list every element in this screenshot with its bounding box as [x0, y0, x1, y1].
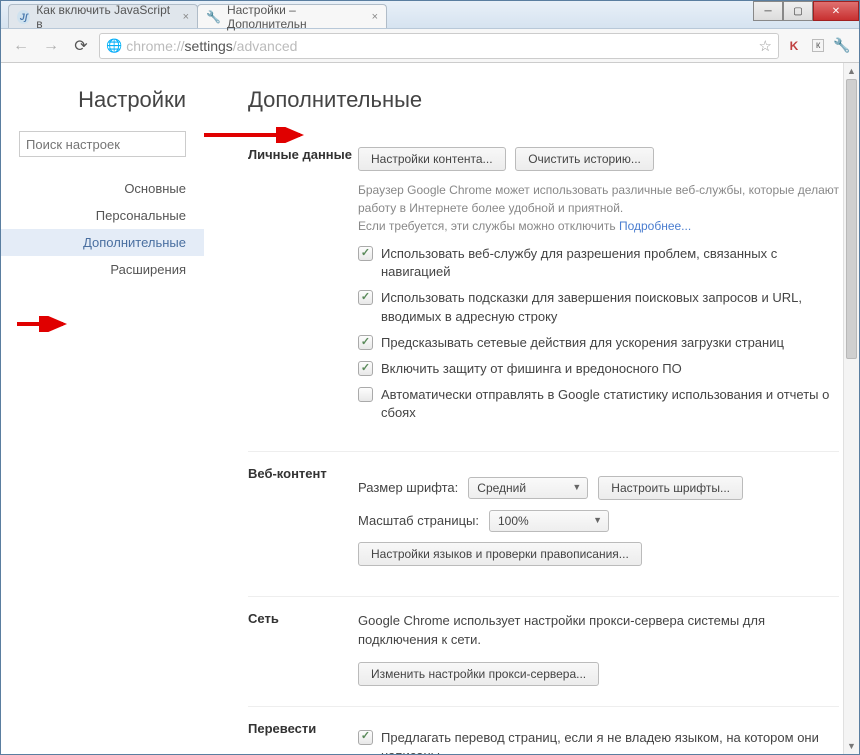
kaspersky-icon[interactable]: K: [785, 37, 803, 55]
wrench-icon: 🔧: [206, 10, 221, 24]
checkbox-row-suggestions[interactable]: Использовать подсказки для завершения по…: [358, 289, 839, 325]
section-label-web-content: Веб-контент: [248, 466, 358, 576]
vertical-scrollbar[interactable]: ▲ ▼: [843, 63, 859, 754]
settings-main: Дополнительные Личные данные Настройки к…: [204, 63, 859, 754]
search-input[interactable]: [19, 131, 186, 157]
back-button[interactable]: ←: [9, 34, 33, 58]
address-bar[interactable]: 🌐 chrome://settings/advanced ☆: [99, 33, 779, 59]
tab-strip: Jʃ Как включить JavaScript в × 🔧 Настрой…: [8, 4, 386, 28]
font-size-label: Размер шрифта:: [358, 480, 458, 495]
checkbox-row-offer-translate[interactable]: Предлагать перевод страниц, если я не вл…: [358, 729, 839, 755]
globe-icon: 🌐: [106, 38, 122, 54]
page-zoom-label: Масштаб страницы:: [358, 513, 479, 528]
annotation-arrow-sidebar: [15, 316, 69, 332]
learn-more-link[interactable]: Подробнее...: [619, 219, 691, 233]
settings-nav: Основные Персональные Дополнительные Рас…: [1, 175, 204, 283]
bookmark-star-icon[interactable]: ☆: [759, 37, 772, 55]
scroll-thumb[interactable]: [846, 79, 857, 359]
page-title: Дополнительные: [248, 87, 839, 113]
checkbox-row-predict[interactable]: Предсказывать сетевые действия для ускор…: [358, 334, 839, 352]
section-label-network: Сеть: [248, 611, 358, 686]
window-controls: ─ ▢ ✕: [753, 1, 859, 21]
browser-tab-active[interactable]: 🔧 Настройки – Дополнительн ×: [197, 4, 387, 28]
checkbox-row-phishing[interactable]: Включить защиту от фишинга и вредоносног…: [358, 360, 839, 378]
section-privacy: Личные данные Настройки контента... Очис…: [248, 133, 839, 452]
extension-icon[interactable]: к: [809, 37, 827, 55]
checkbox-label: Включить защиту от фишинга и вредоносног…: [381, 360, 682, 378]
language-settings-button[interactable]: Настройки языков и проверки правописания…: [358, 542, 642, 566]
checkbox-icon[interactable]: [358, 730, 373, 745]
scroll-up-icon[interactable]: ▲: [844, 63, 859, 79]
close-icon[interactable]: ×: [372, 11, 378, 23]
checkbox-icon[interactable]: [358, 361, 373, 376]
window-titlebar: Jʃ Как включить JavaScript в × 🔧 Настрой…: [1, 1, 859, 29]
sidebar-item-extensions[interactable]: Расширения: [1, 256, 204, 283]
section-translate: Перевести Предлагать перевод страниц, ес…: [248, 707, 839, 755]
checkbox-label: Предсказывать сетевые действия для ускор…: [381, 334, 784, 352]
sidebar-item-basic[interactable]: Основные: [1, 175, 204, 202]
maximize-button[interactable]: ▢: [783, 1, 813, 21]
search-settings-box: [19, 131, 186, 157]
content-settings-button[interactable]: Настройки контента...: [358, 147, 506, 171]
tab-title: Настройки – Дополнительн: [227, 3, 362, 31]
checkbox-icon[interactable]: [358, 335, 373, 350]
section-network: Сеть Google Chrome использует настройки …: [248, 597, 839, 707]
checkbox-icon[interactable]: [358, 246, 373, 261]
settings-sidebar: Настройки Основные Персональные Дополнит…: [1, 63, 204, 754]
font-size-select[interactable]: Средний: [468, 477, 588, 499]
js-favicon: Jʃ: [17, 10, 30, 24]
section-web-content: Веб-контент Размер шрифта: Средний Настр…: [248, 452, 839, 597]
customize-fonts-button[interactable]: Настроить шрифты...: [598, 476, 743, 500]
checkbox-label: Использовать веб-службу для разрешения п…: [381, 245, 839, 281]
close-icon[interactable]: ×: [183, 11, 189, 23]
checkbox-label: Предлагать перевод страниц, если я не вл…: [381, 729, 839, 755]
forward-button: →: [39, 34, 63, 58]
checkbox-label: Использовать подсказки для завершения по…: [381, 289, 839, 325]
wrench-menu-icon[interactable]: 🔧: [833, 37, 851, 55]
proxy-settings-button[interactable]: Изменить настройки прокси-сервера...: [358, 662, 599, 686]
network-description: Google Chrome использует настройки прокс…: [358, 611, 839, 650]
minimize-button[interactable]: ─: [753, 1, 783, 21]
scroll-down-icon[interactable]: ▼: [844, 738, 859, 754]
clear-history-button[interactable]: Очистить историю...: [515, 147, 654, 171]
sidebar-title: Настройки: [1, 87, 204, 113]
checkbox-icon[interactable]: [358, 387, 373, 402]
tab-title: Как включить JavaScript в: [36, 3, 172, 31]
browser-tab-inactive[interactable]: Jʃ Как включить JavaScript в ×: [8, 4, 198, 28]
reload-button[interactable]: ⟳: [69, 34, 93, 58]
close-button[interactable]: ✕: [813, 1, 859, 21]
checkbox-row-usage-stats[interactable]: Автоматически отправлять в Google статис…: [358, 386, 839, 422]
sidebar-item-advanced[interactable]: Дополнительные: [1, 229, 204, 256]
checkbox-row-navigation-errors[interactable]: Использовать веб-службу для разрешения п…: [358, 245, 839, 281]
browser-toolbar: ← → ⟳ 🌐 chrome://settings/advanced ☆ K к…: [1, 29, 859, 63]
checkbox-label: Автоматически отправлять в Google статис…: [381, 386, 839, 422]
privacy-description: Браузер Google Chrome может использовать…: [358, 181, 839, 235]
section-label-privacy: Личные данные: [248, 147, 358, 431]
checkbox-icon[interactable]: [358, 290, 373, 305]
url-text: chrome://settings/advanced: [126, 38, 754, 54]
sidebar-item-personal[interactable]: Персональные: [1, 202, 204, 229]
section-label-translate: Перевести: [248, 721, 358, 755]
page-content: Настройки Основные Персональные Дополнит…: [1, 63, 859, 754]
page-zoom-select[interactable]: 100%: [489, 510, 609, 532]
